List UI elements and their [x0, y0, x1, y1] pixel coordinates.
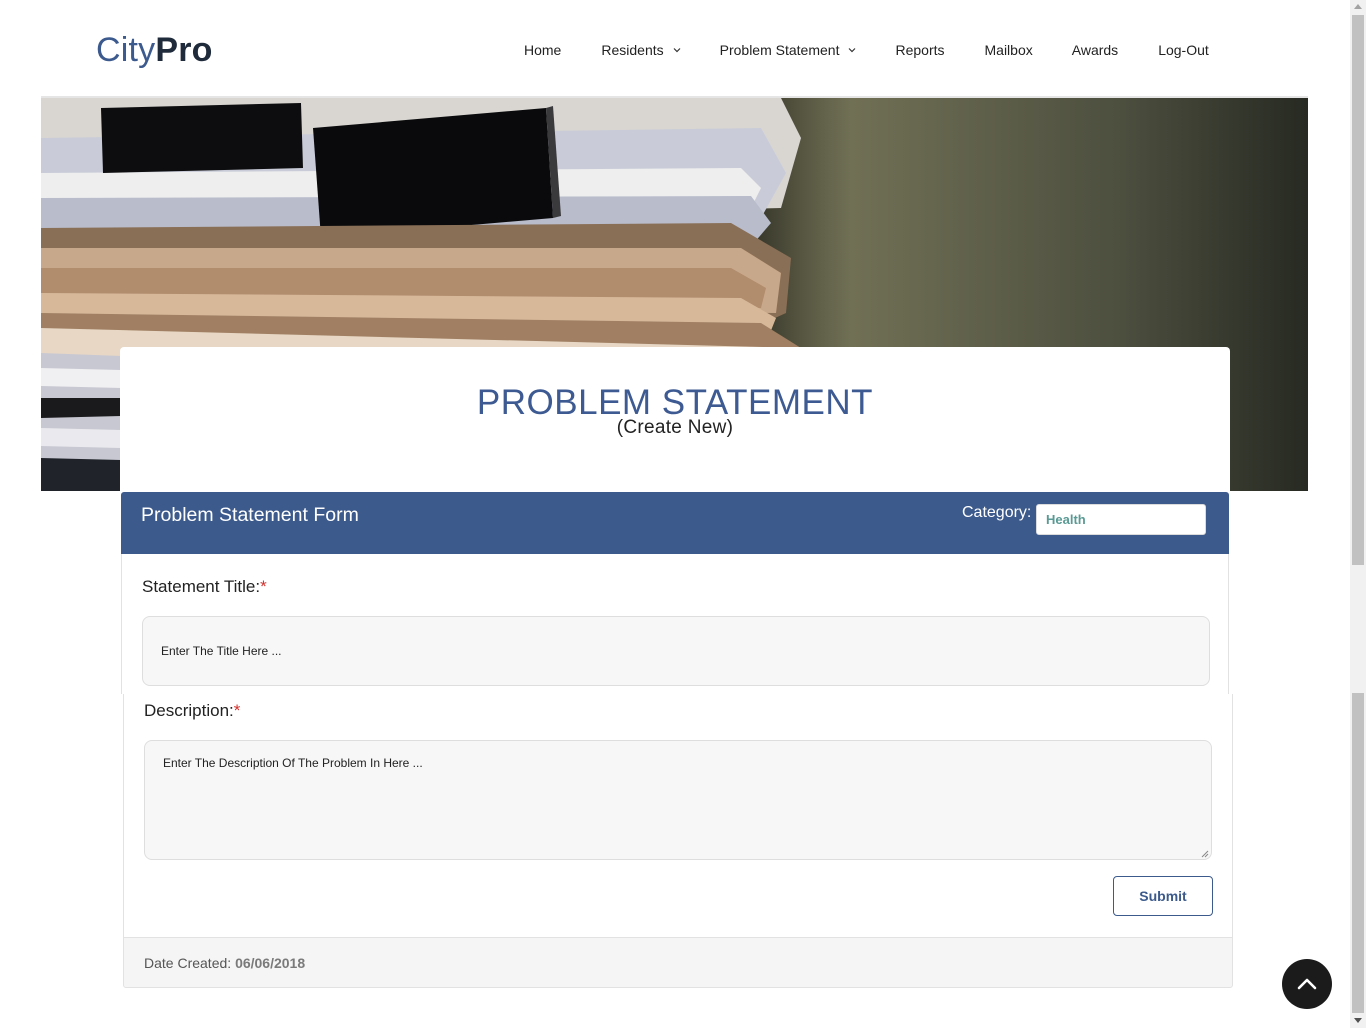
nav-item-label: Log-Out [1158, 42, 1209, 58]
scroll-down-arrow-icon[interactable] [1354, 1018, 1362, 1023]
form-title: Problem Statement Form [141, 504, 359, 526]
scroll-up-arrow-icon[interactable] [1354, 4, 1362, 9]
resize-handle-icon[interactable] [1199, 847, 1209, 858]
nav-item-residents[interactable]: Residents [601, 42, 681, 58]
chevron-down-icon [672, 45, 682, 55]
nav-item-problem-statement[interactable]: Problem Statement [720, 42, 858, 58]
statement-title-input[interactable]: Enter The Title Here ... [142, 616, 1210, 686]
nav-item-reports[interactable]: Reports [895, 42, 944, 58]
required-marker: * [233, 701, 241, 720]
brand-logo-bold: Pro [155, 31, 213, 69]
description-label-text: Description: [144, 701, 234, 720]
submit-button[interactable]: Submit [1113, 876, 1213, 916]
page-subtitle: (Create New) [616, 417, 734, 438]
nav-item-mailbox[interactable]: Mailbox [985, 42, 1033, 58]
main-nav: Home Residents Problem Statement Reports… [524, 40, 1209, 60]
nav-item-label: Awards [1071, 42, 1119, 58]
page-scrollbar[interactable] [1350, 0, 1366, 1028]
scrollbar-thumb[interactable] [1352, 15, 1364, 565]
scrollbar-thumb-lower[interactable] [1352, 693, 1364, 1013]
nav-item-label: Home [524, 42, 562, 58]
date-created-value: 06/06/2018 [235, 955, 306, 971]
category-label: Category: [962, 504, 1032, 521]
nav-item-awards[interactable]: Awards [1072, 42, 1118, 58]
description-textarea[interactable]: Enter The Description Of The Problem In … [144, 740, 1212, 860]
scroll-to-top-button[interactable] [1282, 959, 1332, 1009]
category-field[interactable]: Health [1036, 504, 1206, 535]
statement-title-label-text: Statement Title: [142, 577, 261, 596]
form-footer: Date Created: 06/06/2018 [123, 937, 1233, 988]
chevron-up-icon [1297, 978, 1317, 990]
nav-item-label: Problem Statement [719, 42, 840, 58]
page-title-card: PROBLEM STATEMENT (Create New) [120, 347, 1230, 491]
navbar: CityPro Home Residents Problem Statement… [0, 0, 1350, 96]
description-label: Description:* [144, 701, 240, 721]
nav-item-label: Residents [601, 42, 664, 58]
date-created: Date Created: 06/06/2018 [144, 955, 305, 971]
brand-logo-light: City [96, 31, 156, 69]
date-created-label: Date Created: [144, 955, 232, 971]
statement-title-label: Statement Title:* [142, 577, 267, 597]
brand-logo[interactable]: CityPro [96, 30, 213, 70]
nav-item-logout[interactable]: Log-Out [1158, 42, 1209, 58]
page: CityPro Home Residents Problem Statement… [0, 0, 1366, 1028]
statement-title-placeholder: Enter The Title Here ... [161, 644, 282, 658]
form-header: Problem Statement Form Category: Health [121, 492, 1229, 554]
form-title-section: Statement Title:* Enter The Title Here .… [121, 554, 1229, 694]
required-marker: * [260, 577, 267, 596]
nav-item-home[interactable]: Home [524, 42, 561, 58]
description-placeholder: Enter The Description Of The Problem In … [163, 756, 423, 770]
nav-item-label: Mailbox [984, 42, 1033, 58]
nav-item-label: Reports [895, 42, 945, 58]
form-description-section: Description:* Enter The Description Of T… [123, 694, 1233, 937]
chevron-down-icon [847, 45, 857, 55]
